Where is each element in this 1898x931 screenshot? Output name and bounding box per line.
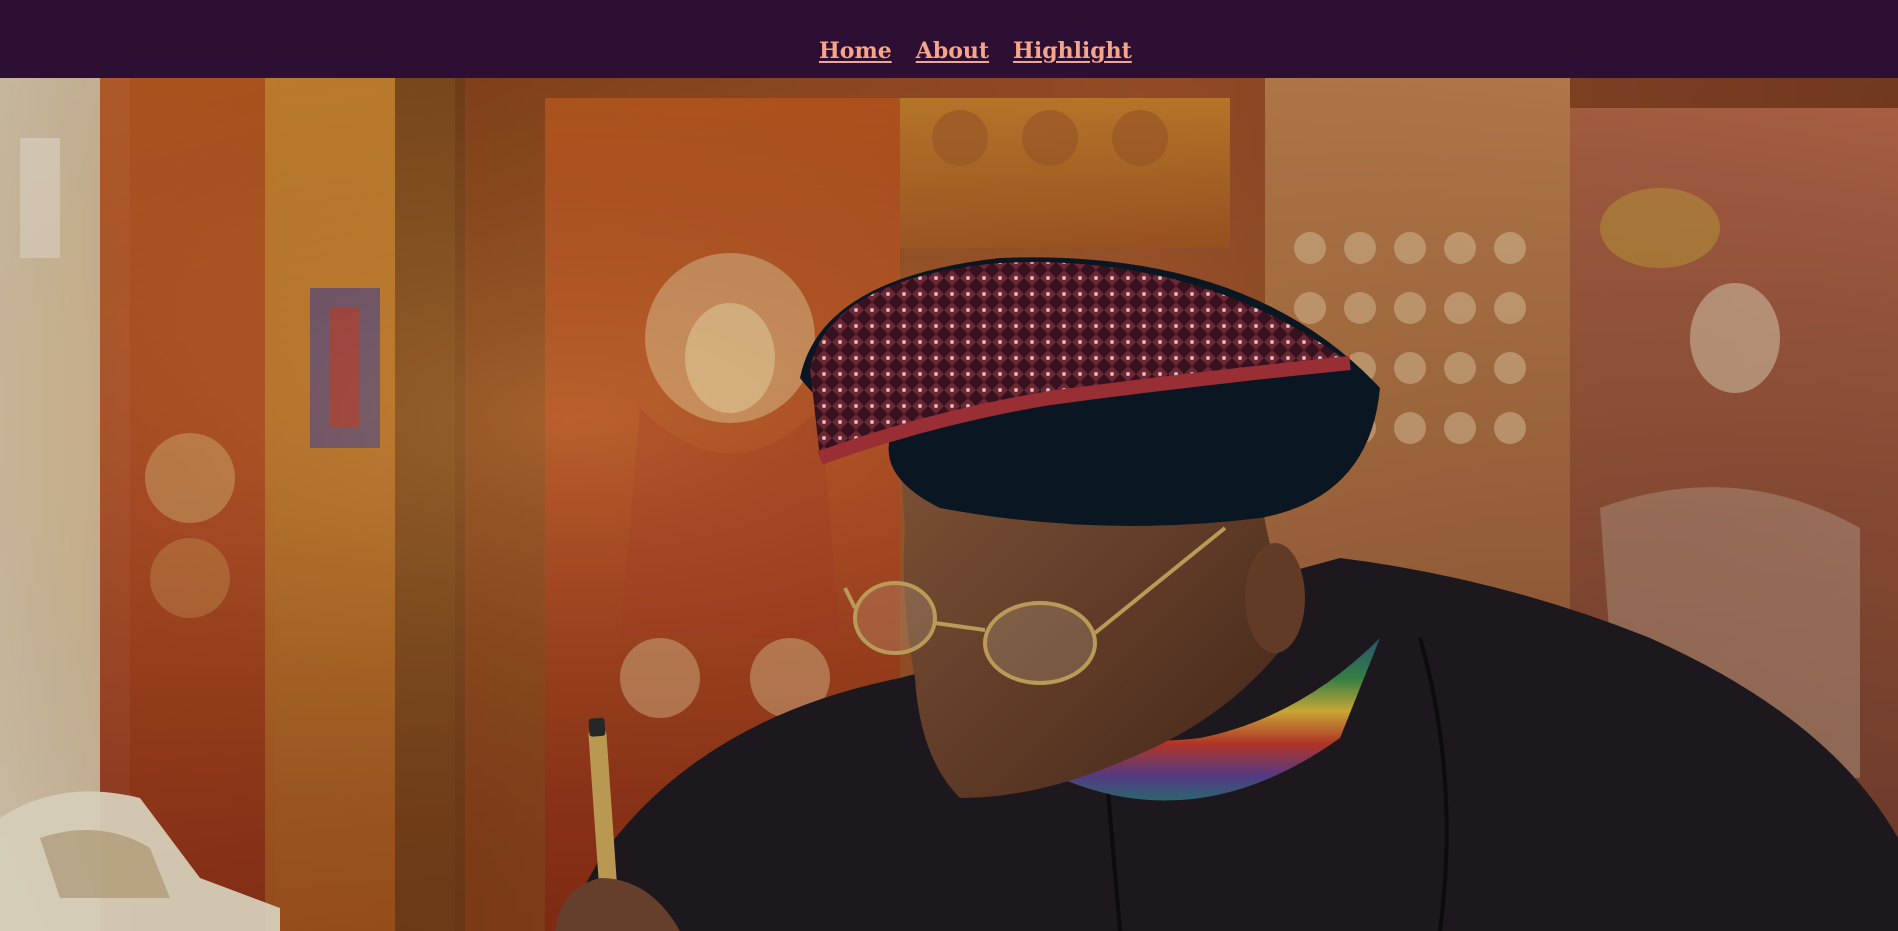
hero-image [0,78,1898,931]
nav-link-about[interactable]: About [916,40,989,62]
top-navigation-bar: Home About Highlight [0,0,1898,78]
hero-photo [0,78,1898,931]
nav-link-highlight[interactable]: Highlight [1013,40,1132,62]
main-nav: Home About Highlight [819,40,1132,62]
nav-link-home[interactable]: Home [819,40,892,62]
